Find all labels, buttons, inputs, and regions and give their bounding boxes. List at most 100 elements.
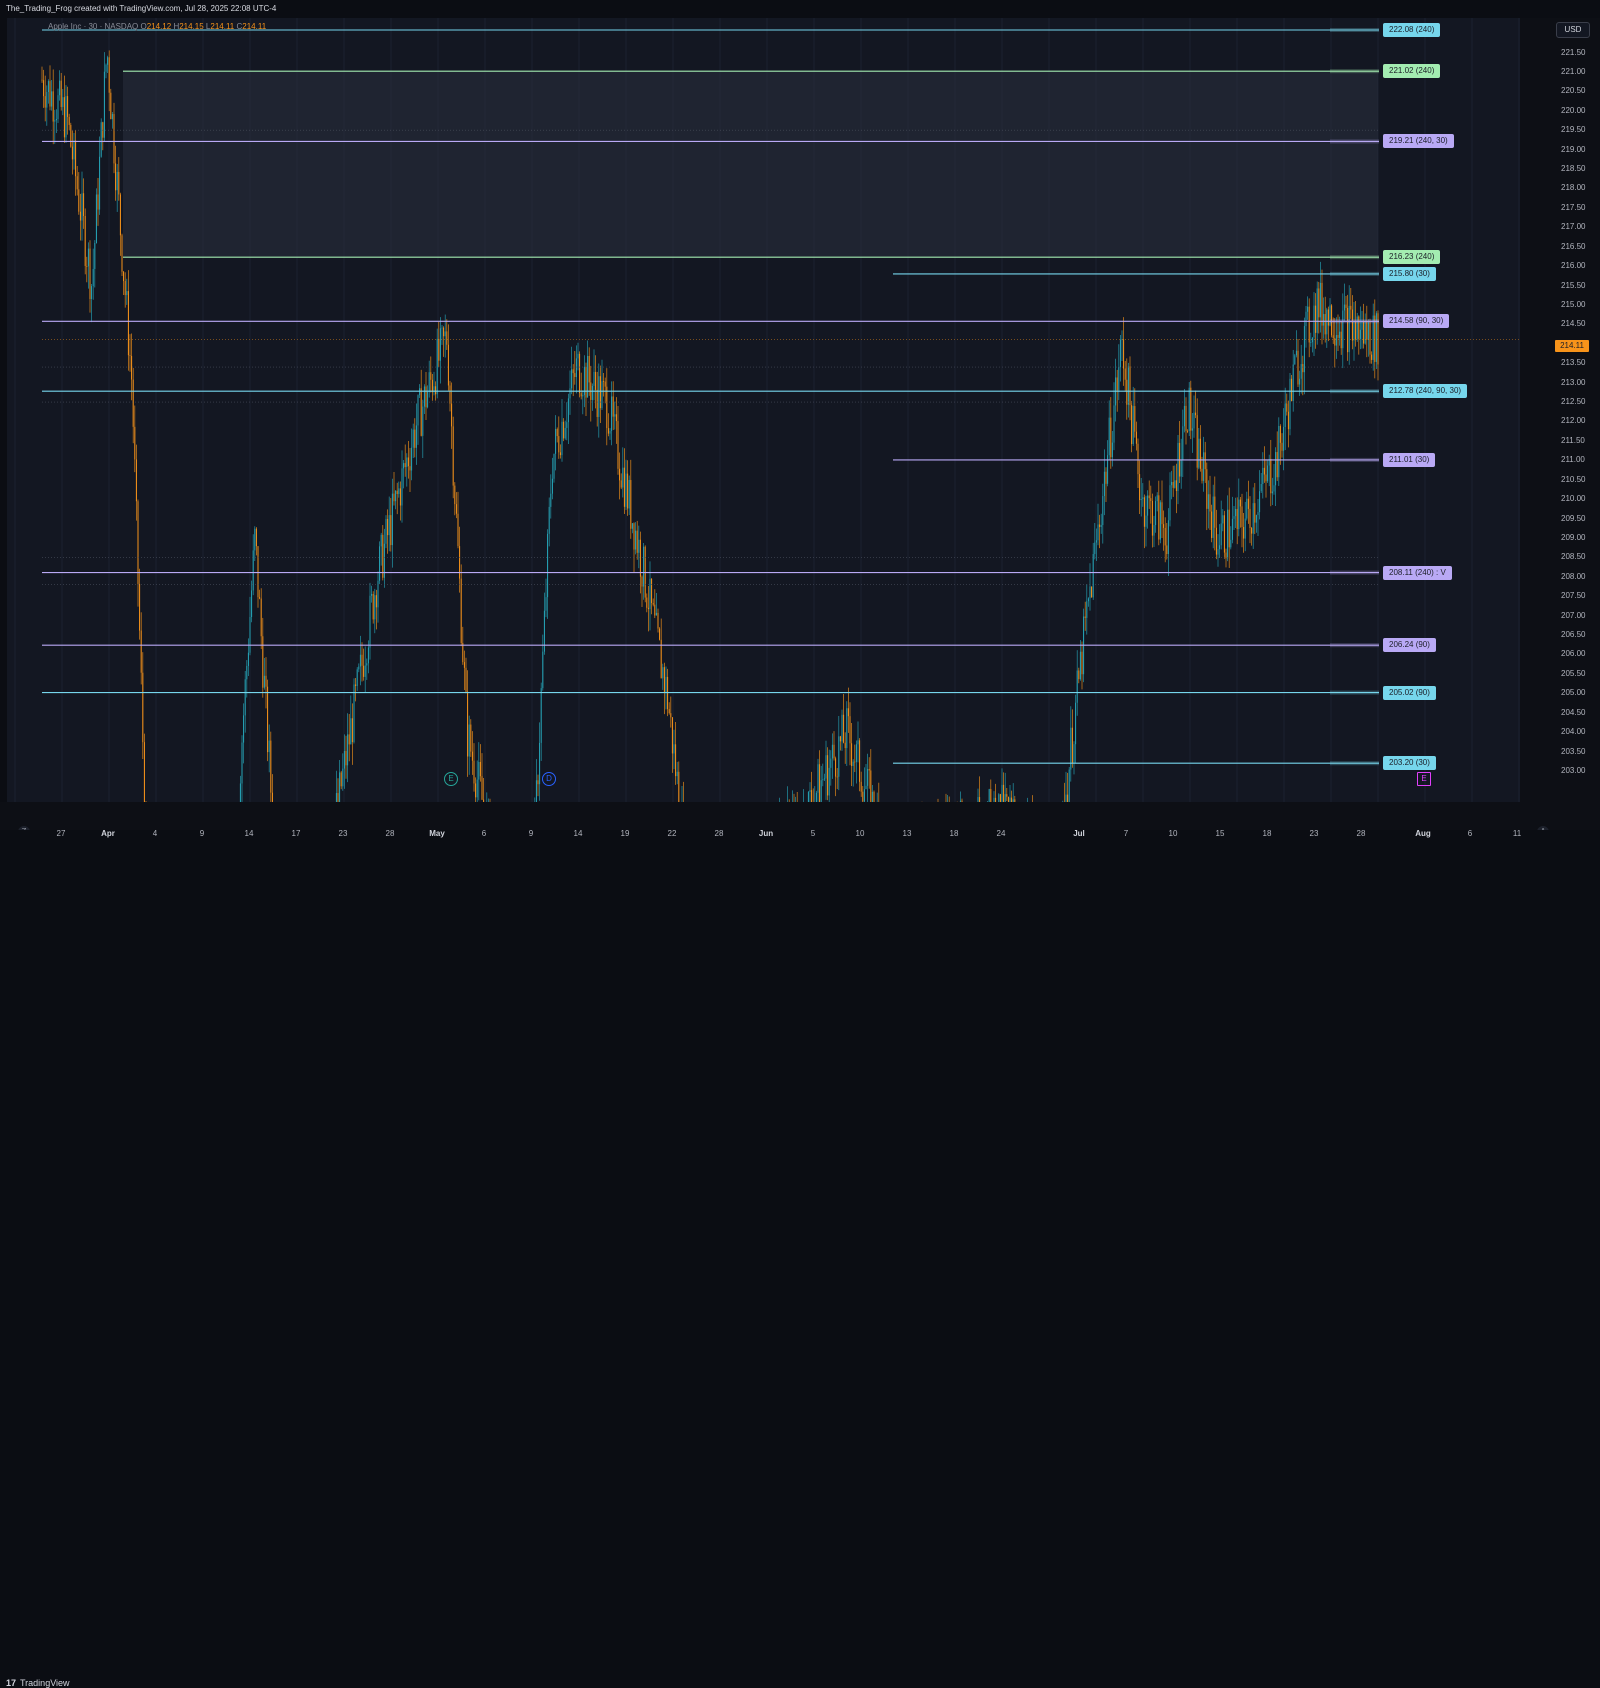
candle-body (339, 772, 341, 802)
candle-body (380, 534, 382, 547)
candle-body (1263, 467, 1265, 475)
chart-pane[interactable] (7, 18, 1520, 802)
level-label[interactable]: 211.01 (30) (1383, 452, 1436, 467)
candle-body (854, 761, 856, 763)
time-axis[interactable] (0, 802, 1600, 830)
candle-body (1118, 367, 1120, 391)
candle-body (337, 793, 339, 802)
candle-body (542, 651, 544, 689)
tradingview-logo[interactable]: 17 TradingView (6, 1678, 70, 1688)
candle-body (60, 80, 62, 107)
candle-body (1235, 508, 1237, 517)
candle-body (1102, 496, 1104, 526)
level-label[interactable]: 203.20 (30) (1383, 756, 1436, 771)
candle-body (1244, 518, 1246, 539)
tradingview-logo-icon: 17 (6, 1678, 17, 1688)
candle-body (92, 268, 94, 287)
candle-body (1323, 314, 1325, 326)
candle-body (83, 193, 85, 216)
level-label[interactable]: 222.08 (240) (1383, 23, 1441, 37)
high-value: 214.15 (179, 22, 204, 31)
candle-body (1302, 364, 1304, 373)
candle-body (116, 171, 118, 191)
candle-body (403, 463, 405, 469)
symbol-label[interactable]: Apple Inc · 30 · NASDAQ (48, 22, 138, 31)
candle-body (1155, 501, 1157, 526)
dividend-icon[interactable]: D (542, 772, 556, 786)
candle-body (540, 688, 542, 743)
candle-body (76, 176, 78, 190)
currency-button[interactable]: USD (1556, 22, 1590, 38)
candle-body (553, 453, 555, 479)
candle-body (140, 630, 142, 673)
candle-body (1166, 545, 1168, 555)
candle-body (454, 485, 456, 505)
time-tick-label: 14 (573, 829, 583, 838)
earnings-icon[interactable]: E (444, 772, 458, 786)
candle-body (1108, 417, 1110, 456)
low-value: 214.11 (210, 22, 235, 31)
candle-body (865, 785, 867, 790)
candle-body (129, 355, 131, 356)
candle-body (873, 791, 875, 802)
candle-body (46, 92, 48, 108)
candle-body (1113, 405, 1115, 443)
candle-body (823, 778, 825, 780)
candle-body (41, 79, 43, 81)
price-axis[interactable] (1520, 18, 1600, 802)
candle-body (844, 742, 846, 749)
candle-body (1276, 452, 1278, 478)
candle-body (819, 764, 821, 802)
candle-body (1089, 586, 1091, 599)
candle-body (1340, 331, 1342, 349)
candle-body (647, 607, 649, 610)
level-label[interactable]: 212.78 (240, 90, 30) (1383, 384, 1468, 399)
level-label[interactable]: 206.24 (90) (1383, 638, 1436, 653)
candle-body (617, 421, 619, 469)
candle-body (1126, 379, 1128, 405)
candle-body (1073, 744, 1075, 764)
candle-body (446, 331, 448, 345)
candle-body (639, 539, 641, 577)
candle-body (431, 379, 433, 393)
candle-body (137, 501, 139, 584)
candle-body (1214, 496, 1216, 528)
candle-body (1183, 405, 1185, 427)
level-label[interactable]: 221.02 (240) (1383, 64, 1441, 79)
candle-body (1251, 528, 1253, 534)
candle-body (1177, 442, 1179, 492)
candle-body (870, 770, 872, 802)
candle-body (142, 672, 144, 743)
candle-body (1327, 309, 1329, 326)
level-label[interactable]: 216.23 (240) (1383, 250, 1441, 265)
candle-body (1091, 586, 1093, 598)
candle-body (1207, 494, 1209, 509)
candle-body (1359, 329, 1361, 339)
candle-body (1003, 784, 1005, 802)
candle-body (1289, 378, 1291, 430)
time-tick-label: 7 (1123, 829, 1129, 838)
candle-body (428, 372, 430, 392)
candle-body (70, 124, 72, 147)
earnings-icon[interactable]: E (1417, 772, 1431, 786)
candle-body (663, 667, 665, 693)
level-label[interactable]: 214.58 (90, 30) (1383, 314, 1450, 329)
candle-body (577, 353, 579, 359)
candle-body (1295, 350, 1297, 356)
level-label[interactable]: 219.21 (240, 30) (1383, 134, 1454, 149)
candle-body (556, 429, 558, 437)
level-label[interactable]: 215.80 (30) (1383, 266, 1436, 281)
candle-body (1079, 651, 1081, 680)
price-chart-svg[interactable] (7, 18, 1520, 802)
time-tick-label: 22 (667, 829, 677, 838)
candle-body (1223, 515, 1225, 553)
level-label[interactable]: 208.11 (240) : V (1383, 565, 1452, 580)
candle-body (467, 691, 469, 757)
candle-body (811, 790, 813, 802)
level-fade (1330, 28, 1379, 32)
candle-body (1257, 512, 1259, 516)
candle-body (1231, 518, 1233, 540)
candle-body (809, 790, 811, 793)
level-label[interactable]: 205.02 (90) (1383, 685, 1436, 700)
candle-body (470, 724, 472, 752)
